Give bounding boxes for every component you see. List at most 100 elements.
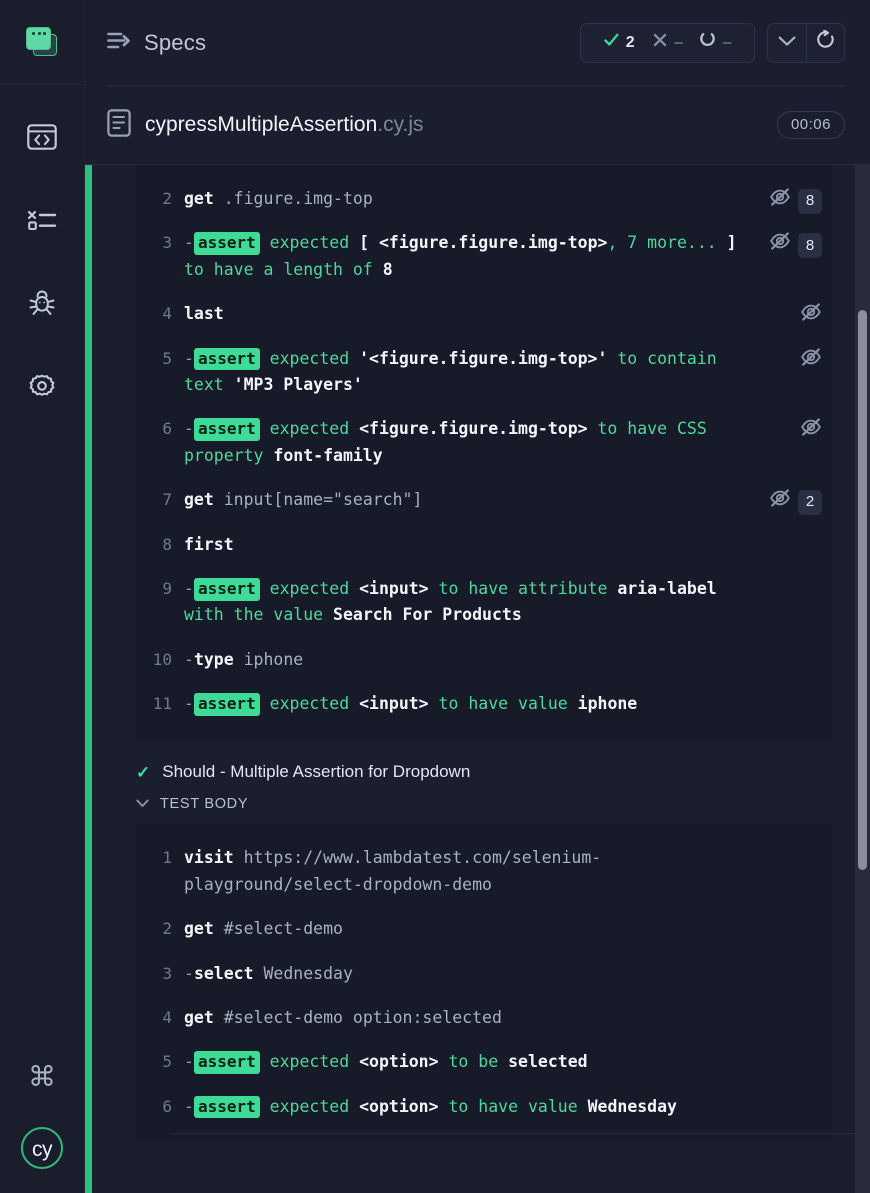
sidebar-item-debug[interactable]	[19, 283, 65, 323]
command-log-entry[interactable]: 10-type iphone	[136, 638, 832, 682]
command-log-scroll-area: 2get .figure.img-top83-assert expected […	[92, 165, 870, 1193]
passed-count: 2	[626, 34, 635, 52]
command-log-entry[interactable]: 9-assert expected <input> to have attrib…	[136, 567, 832, 638]
command-line-number: 11	[136, 691, 184, 717]
pending-count: --	[722, 34, 731, 52]
hidden-eye-slash-icon	[769, 488, 791, 516]
command-text: last	[184, 301, 832, 327]
command-log-entry[interactable]: 3-assert expected [ <figure.figure.img-t…	[136, 221, 832, 292]
status-badge-passed[interactable]: 2	[595, 33, 644, 52]
command-text: -assert expected <figure.figure.img-top>…	[184, 416, 832, 469]
command-text: get .figure.img-top	[184, 186, 832, 212]
command-text: -select Wednesday	[184, 961, 832, 987]
command-line-number: 9	[136, 576, 184, 602]
test-stats-pill: 2 --	[580, 23, 755, 63]
project-switcher[interactable]	[0, 0, 84, 85]
test-title-row[interactable]: ✓ Should - Multiple Assertion for Dropdo…	[92, 740, 870, 786]
command-line-meta: 8	[769, 231, 822, 259]
command-log-body: 2get .figure.img-top83-assert expected […	[85, 164, 870, 1193]
command-line-number: 5	[136, 346, 184, 372]
command-line-number: 10	[136, 647, 184, 673]
command-line-meta	[800, 347, 822, 375]
command-line-meta	[800, 302, 822, 330]
assert-badge: assert	[194, 1051, 260, 1074]
spec-duration: 00:06	[777, 111, 845, 139]
chevron-down-icon	[778, 34, 796, 52]
command-text: -assert expected <option> to have value …	[184, 1094, 832, 1120]
scrollbar-thumb[interactable]	[858, 310, 867, 870]
command-text: first	[184, 532, 832, 558]
toolbar-button-group	[767, 23, 845, 63]
check-icon: ✓	[136, 764, 150, 781]
specs-list-arrow-icon	[107, 31, 131, 55]
topbar-right: 2 --	[580, 23, 845, 63]
spec-header-row[interactable]: cypressMultipleAssertion.cy.js 00:06	[85, 86, 870, 164]
gear-icon	[27, 371, 57, 401]
sidebar: ⌘ cy	[0, 0, 85, 1193]
command-log-entry[interactable]: 11-assert expected <input> to have value…	[136, 682, 832, 726]
command-text: -assert expected '<figure.figure.img-top…	[184, 346, 832, 399]
assert-badge: assert	[194, 578, 260, 601]
failed-count: --	[674, 34, 683, 52]
command-text: -type iphone	[184, 647, 832, 673]
sidebar-item-specs[interactable]	[19, 117, 65, 157]
command-text: -assert expected <option> to be selected	[184, 1049, 832, 1075]
topbar: Specs 2	[85, 0, 870, 85]
command-line-number: 7	[136, 487, 184, 513]
element-count-badge: 2	[798, 490, 822, 515]
spec-filename-base: cypressMultipleAssertion	[145, 113, 377, 136]
sidebar-item-settings[interactable]	[19, 366, 65, 406]
cypress-logo-label: cy	[32, 1139, 52, 1160]
command-log-entry[interactable]: 2get .figure.img-top8	[136, 177, 832, 221]
command-log-entry[interactable]: 4last	[136, 292, 832, 336]
hidden-eye-slash-icon	[800, 417, 822, 445]
command-log-entry[interactable]: 6-assert expected <figure.figure.img-top…	[136, 407, 832, 478]
refresh-icon	[816, 30, 835, 55]
footer-divider	[170, 1133, 870, 1134]
sidebar-item-runs[interactable]	[19, 200, 65, 240]
command-log-entry[interactable]: 2get #select-demo	[136, 907, 832, 951]
topbar-left: Specs	[107, 30, 206, 56]
main-panel: Specs 2	[85, 0, 870, 1193]
spec-filename: cypressMultipleAssertion.cy.js	[145, 113, 424, 137]
rerun-button[interactable]	[806, 24, 844, 62]
command-line-number: 1	[136, 845, 184, 871]
command-line-number: 4	[136, 301, 184, 327]
command-line-meta: 2	[769, 488, 822, 516]
status-badge-failed[interactable]: --	[644, 33, 692, 52]
command-text: get #select-demo	[184, 916, 832, 942]
sidebar-bottom: ⌘ cy	[0, 1057, 84, 1193]
hidden-eye-slash-icon	[769, 187, 791, 215]
collapse-all-button[interactable]	[768, 24, 806, 62]
command-line-number: 3	[136, 961, 184, 987]
command-log-entry[interactable]: 8first	[136, 523, 832, 567]
command-log-entry[interactable]: 5-assert expected '<figure.figure.img-to…	[136, 337, 832, 408]
keyboard-shortcuts-button[interactable]: ⌘	[19, 1057, 65, 1097]
assert-badge: assert	[194, 348, 260, 371]
assert-badge: assert	[194, 418, 260, 441]
assert-badge: assert	[194, 693, 260, 716]
command-log-entry[interactable]: 5-assert expected <option> to be selecte…	[136, 1040, 832, 1084]
command-line-number: 4	[136, 1005, 184, 1031]
hidden-eye-slash-icon	[800, 347, 822, 375]
command-log-entry[interactable]: 3-select Wednesday	[136, 952, 832, 996]
command-log-entry[interactable]: 7get input[name="search"]2	[136, 478, 832, 522]
bug-icon	[26, 287, 58, 319]
element-count-badge: 8	[798, 189, 822, 214]
command-log-entry[interactable]: 6-assert expected <option> to have value…	[136, 1085, 832, 1129]
command-log-entry[interactable]: 1visit https://www.lambdatest.com/seleni…	[136, 836, 832, 907]
spec-filename-ext: .cy.js	[377, 113, 423, 136]
command-log-entry[interactable]: 4get #select-demo option:selected	[136, 996, 832, 1040]
status-badge-pending[interactable]: --	[691, 33, 740, 53]
command-line-number: 2	[136, 186, 184, 212]
cypress-logo-icon[interactable]: cy	[21, 1127, 63, 1169]
command-line-number: 5	[136, 1049, 184, 1075]
command-line-number: 3	[136, 230, 184, 256]
test-body-label: TEST BODY	[160, 796, 248, 812]
test-results-list-icon	[27, 208, 57, 232]
test-body-toggle[interactable]: TEST BODY	[92, 786, 870, 824]
passing-status-rail	[85, 165, 92, 1193]
pending-circle-icon	[700, 33, 715, 53]
chevron-down-icon	[136, 795, 149, 813]
hidden-eye-slash-icon	[800, 302, 822, 330]
